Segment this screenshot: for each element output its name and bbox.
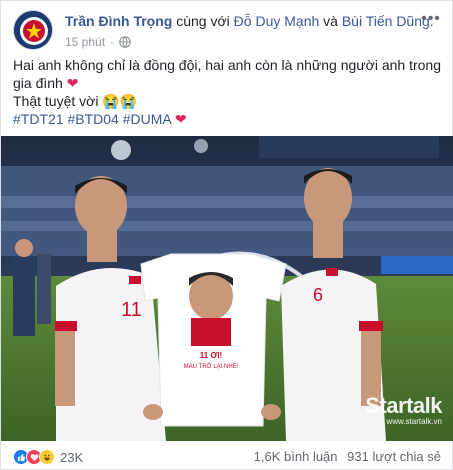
- more-options-icon[interactable]: •••: [421, 11, 441, 30]
- heart-emoji-2: ❤: [174, 111, 187, 127]
- tagged-user-2[interactable]: Bùi Tiến Dũng.: [342, 13, 434, 29]
- watermark-url: www.startalk.vn: [386, 417, 442, 426]
- body-line-1: Hai anh không chỉ là đồng đội, hai anh c…: [13, 56, 443, 92]
- jersey-right: 6: [313, 285, 323, 305]
- post-title-line: Trần Đình Trọng cùng với Đỗ Duy Mạnh và …: [65, 12, 434, 30]
- hashtags[interactable]: #TDT21 #BTD04 #DUMA: [13, 111, 171, 127]
- hashtag-line: #TDT21 #BTD04 #DUMA ❤: [13, 110, 443, 128]
- heart-emoji: ❤: [66, 75, 79, 91]
- post-footer: 23K 1,6K bình luận 931 lượt chia sẻ: [13, 447, 443, 467]
- post-header-text: Trần Đình Trọng cùng với Đỗ Duy Mạnh và …: [65, 12, 434, 50]
- shirt-caption-2: MAU TRỞ LẠI NHÉ!: [184, 363, 239, 370]
- post-meta: 15 phút ·: [65, 34, 415, 50]
- jersey-left: 11: [121, 299, 142, 321]
- share-count[interactable]: 931 lượt chia sẻ: [347, 449, 441, 464]
- avatar[interactable]: [13, 10, 53, 50]
- reaction-count[interactable]: 23K: [60, 450, 83, 465]
- with-text: cùng với: [176, 13, 230, 29]
- reactions-summary[interactable]: 23K: [13, 449, 83, 465]
- crying-emoji: 😭😭: [102, 93, 138, 109]
- tagged-user-1[interactable]: Đỗ Duy Mạnh: [234, 13, 320, 29]
- meta-separator: ·: [110, 35, 115, 49]
- author-name[interactable]: Trần Đình Trọng: [65, 13, 172, 29]
- watermark-brand: Startalk: [365, 393, 442, 418]
- body-line-2: Thật tuyệt vời 😭😭: [13, 92, 443, 110]
- facebook-post: Trần Đình Trọng cùng với Đỗ Duy Mạnh và …: [0, 0, 453, 470]
- post-stats: 1,6K bình luận 931 lượt chia sẻ: [254, 449, 441, 464]
- shirt-caption-1: 11 ƠI!: [200, 351, 222, 360]
- post-header: Trần Đình Trọng cùng với Đỗ Duy Mạnh và …: [13, 10, 443, 50]
- post-body: Hai anh không chỉ là đồng đội, hai anh c…: [13, 56, 443, 128]
- haha-reaction-icon: [39, 449, 55, 465]
- post-time[interactable]: 15 phút: [65, 34, 105, 50]
- body-text-2: Thật tuyệt vời: [13, 93, 99, 109]
- globe-icon: [119, 36, 131, 48]
- and-text: và: [323, 13, 338, 29]
- post-photo[interactable]: 11 6 11 ƠI! MAU TRỞ LẠI NHÉ! Startalk ww…: [1, 136, 453, 441]
- startalk-watermark: Startalk www.startalk.vn: [365, 395, 442, 427]
- comment-count[interactable]: 1,6K bình luận: [254, 449, 338, 464]
